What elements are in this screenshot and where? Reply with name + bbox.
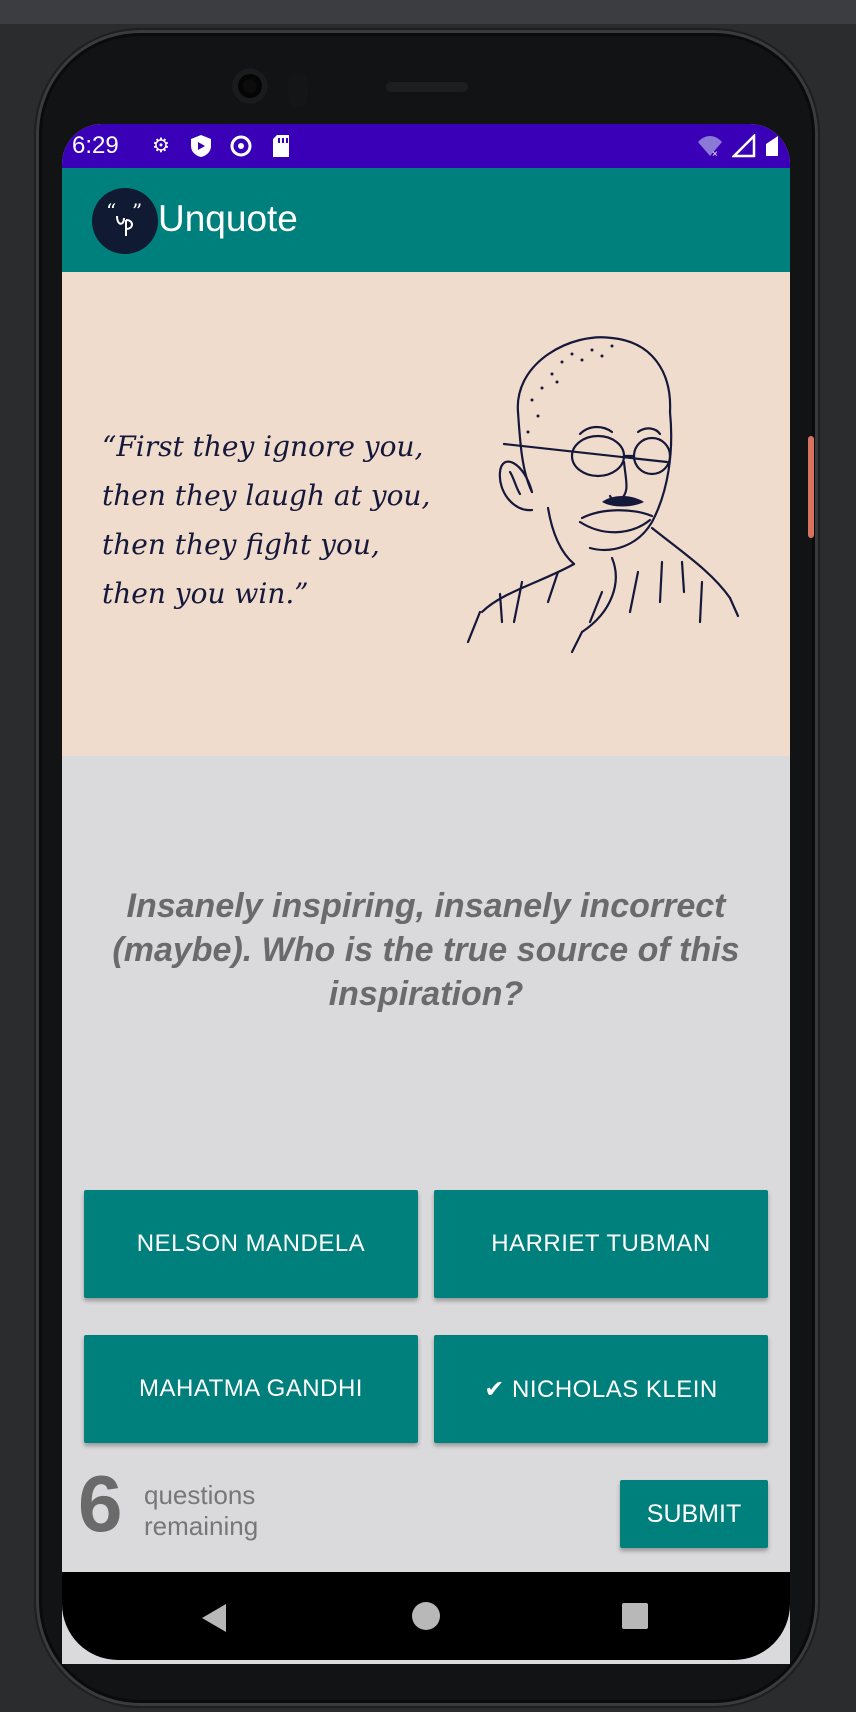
answer-button-nicholas-klein[interactable]: ✔ NICHOLAS KLEIN — [434, 1335, 768, 1443]
questions-remaining-label-line: questions — [144, 1480, 256, 1510]
questions-remaining-count: 6 — [78, 1459, 123, 1548]
status-notification-icons: ⚙ — [148, 134, 294, 158]
sd-card-icon — [268, 134, 294, 158]
svg-text:×: × — [712, 149, 718, 158]
settings-icon: ⚙ — [152, 135, 170, 157]
app-logo: “ ” — [92, 188, 158, 254]
home-icon[interactable] — [412, 1602, 440, 1630]
recents-icon[interactable] — [622, 1603, 648, 1629]
quote-line: then they laugh at you, — [102, 479, 431, 512]
answer-button-nelson-mandela[interactable]: NELSON MANDELA — [84, 1190, 418, 1298]
question-text: Insanely inspiring, insanely incorrect (… — [112, 887, 740, 1013]
app-bar: “ ” Unquote — [62, 168, 790, 272]
status-system-icons: × — [696, 132, 780, 163]
power-button — [808, 436, 814, 538]
questions-remaining-label: questions remaining — [144, 1480, 304, 1542]
svg-text:”: ” — [132, 199, 142, 223]
status-time: 6:29 — [72, 132, 119, 159]
answer-button-harriet-tubman[interactable]: HARRIET TUBMAN — [434, 1190, 768, 1298]
quote-image-panel: “First they ignore you, then they laugh … — [62, 272, 790, 756]
app-logo-icon: “ ” — [106, 199, 142, 236]
proximity-sensor — [288, 72, 308, 108]
quote-line: “First they ignore you, — [102, 430, 424, 463]
back-icon[interactable] — [202, 1604, 226, 1632]
battery-icon — [764, 134, 780, 163]
wifi-icon: × — [696, 134, 724, 163]
questions-remaining-label-line: remaining — [144, 1511, 259, 1541]
system-nav-bar — [62, 1572, 790, 1660]
quote-text: “First they ignore you, then they laugh … — [102, 422, 462, 618]
data-saver-icon — [228, 134, 254, 158]
signal-icon — [730, 132, 756, 163]
answer-button-mahatma-gandhi[interactable]: MAHATMA GANDHI — [84, 1335, 418, 1443]
app-screen: 6:29 ⚙ × “ ” Unquote “First they ignore … — [62, 124, 790, 1664]
play-protect-icon — [188, 134, 214, 158]
portrait-illustration — [466, 336, 740, 654]
submit-button[interactable]: SUBMIT — [620, 1480, 768, 1548]
emulator-top-bar — [0, 0, 856, 24]
svg-text:“: “ — [106, 199, 116, 223]
status-bar: 6:29 ⚙ × — [62, 124, 790, 168]
earpiece-speaker — [386, 82, 468, 92]
app-title: Unquote — [158, 198, 298, 239]
quote-line: then they fight you, — [102, 528, 380, 561]
front-camera — [232, 68, 268, 104]
quote-line: then you win.” — [102, 577, 309, 610]
